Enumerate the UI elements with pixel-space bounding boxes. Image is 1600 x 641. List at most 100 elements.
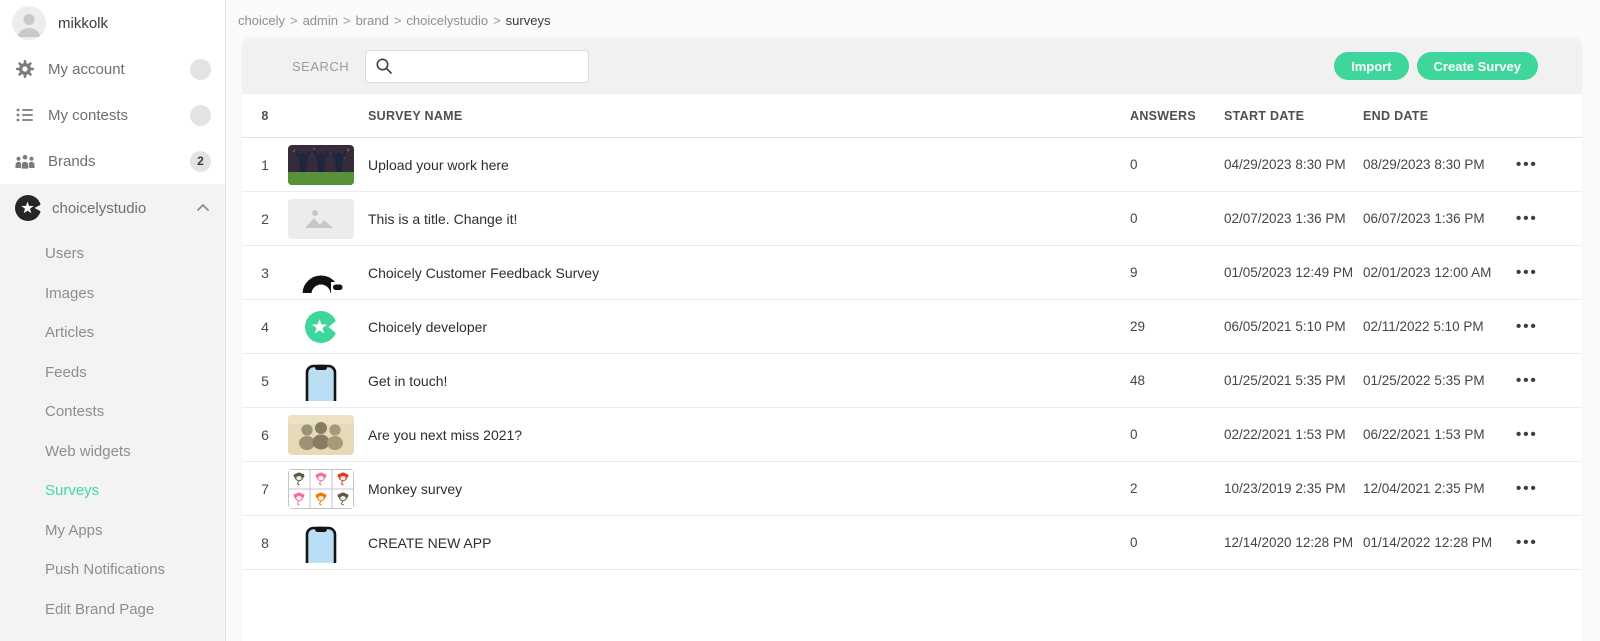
row-menu-button[interactable]: ••• [1516, 319, 1538, 334]
header-start-date: START DATE [1224, 108, 1305, 123]
table-row[interactable]: 6 Are you next miss 2021? 0 02/22/2021 1… [242, 408, 1582, 462]
brand-submenu: Users Images Articles Feeds Contests Web… [0, 232, 225, 629]
choicely-star-icon [14, 194, 42, 222]
table-body: 1 Upload your work here 0 04/29/2023 8:3… [242, 138, 1582, 570]
row-menu-button[interactable]: ••• [1516, 373, 1538, 388]
sidebar-item-brands[interactable]: Brands 2 [0, 138, 225, 184]
search-label: SEARCH [292, 58, 350, 74]
sidebar-subitem-my-apps[interactable]: My Apps [45, 511, 225, 551]
answers-count: 0 [1130, 535, 1138, 550]
end-date: 06/07/2023 1:36 PM [1363, 211, 1485, 226]
sidebar-item-label: Brands [48, 152, 96, 170]
row-menu-button[interactable]: ••• [1516, 211, 1538, 226]
answers-count: 0 [1130, 427, 1138, 442]
breadcrumb-item[interactable]: choicelystudio [406, 13, 488, 28]
table-row[interactable]: 1 Upload your work here 0 04/29/2023 8:3… [242, 138, 1582, 192]
avatar [12, 6, 46, 40]
sidebar-item-my-account[interactable]: My account [0, 46, 225, 92]
answers-count: 0 [1130, 211, 1138, 226]
survey-thumbnail-choicely-logo-black [288, 252, 354, 293]
table-row[interactable]: 7 Monkey survey 2 10/23/2019 2:35 PM 12/… [242, 462, 1582, 516]
survey-name: This is a title. Change it! [368, 210, 518, 227]
sidebar-item-choicelystudio[interactable]: choicelystudio [0, 184, 225, 232]
sidebar-subitem-feeds[interactable]: Feeds [45, 353, 225, 393]
row-menu-button[interactable]: ••• [1516, 427, 1538, 442]
table-row[interactable]: 8 CREATE NEW APP 0 12/14/2020 12:28 PM 0… [242, 516, 1582, 570]
app-root: mikkolk My account My contests Brands 2 [0, 0, 1600, 641]
sidebar-subitem-edit-brand-page[interactable]: Edit Brand Page [45, 590, 225, 630]
survey-name: Get in touch! [368, 372, 448, 389]
gear-icon [14, 59, 36, 79]
breadcrumb-separator: > [393, 13, 402, 28]
user-profile[interactable]: mikkolk [0, 0, 225, 46]
row-menu-button[interactable]: ••• [1516, 481, 1538, 496]
breadcrumb-item[interactable]: choicely [238, 13, 285, 28]
end-date: 02/11/2022 5:10 PM [1363, 319, 1484, 334]
breadcrumb-item[interactable]: admin [303, 13, 338, 28]
survey-name: CREATE NEW APP [368, 534, 492, 551]
sidebar-subitem-web-widgets[interactable]: Web widgets [45, 432, 225, 472]
row-menu-button[interactable]: ••• [1516, 265, 1538, 280]
row-menu-button[interactable]: ••• [1516, 157, 1538, 172]
sidebar-subitem-surveys[interactable]: Surveys [45, 471, 225, 511]
table-row[interactable]: 3 Choicely Customer Feedback Survey 9 01… [242, 246, 1582, 300]
sidebar-subitem-push-notifications[interactable]: Push Notifications [45, 550, 225, 590]
search-icon [375, 57, 393, 75]
count-badge [190, 58, 211, 80]
create-survey-button[interactable]: Create Survey [1416, 52, 1538, 80]
sidebar-subitem-users[interactable]: Users [45, 234, 225, 274]
table-row[interactable]: 5 Get in touch! 48 01/25/2021 5:35 PM 01… [242, 354, 1582, 408]
table-row[interactable]: 4 Choicely developer 29 06/05/2021 5:10 … [242, 300, 1582, 354]
survey-name: Choicely developer [368, 318, 488, 335]
end-date: 06/22/2021 1:53 PM [1363, 427, 1485, 442]
count-badge: 2 [190, 150, 211, 172]
survey-thumbnail-phone-mockup [288, 522, 354, 563]
row-number: 8 [261, 534, 269, 551]
table-count: 8 [261, 108, 269, 123]
search-input[interactable] [399, 50, 589, 82]
main-content: choicely > admin > brand > choicelystudio > surv… [226, 0, 1600, 641]
start-date: 10/23/2019 2:35 PM [1224, 481, 1346, 496]
breadcrumb-item[interactable]: brand [356, 13, 389, 28]
survey-name: Are you next miss 2021? [368, 426, 523, 443]
table-row[interactable]: 2 This is a title. Change it! 0 02/07/20… [242, 192, 1582, 246]
row-number: 1 [261, 156, 269, 173]
row-number: 5 [261, 372, 269, 389]
sidebar-item-label: My account [48, 60, 125, 78]
end-date: 12/04/2021 2:35 PM [1363, 481, 1485, 496]
answers-count: 0 [1130, 157, 1138, 172]
sidebar-subitem-articles[interactable]: Articles [45, 313, 225, 353]
sidebar-subitem-images[interactable]: Images [45, 274, 225, 314]
list-icon [14, 105, 36, 125]
survey-name: Choicely Customer Feedback Survey [368, 264, 600, 281]
start-date: 06/05/2021 5:10 PM [1224, 319, 1346, 334]
chevron-up-icon[interactable] [195, 200, 211, 216]
end-date: 02/01/2023 12:00 AM [1363, 265, 1492, 280]
survey-name: Upload your work here [368, 156, 509, 173]
start-date: 01/25/2021 5:35 PM [1224, 373, 1346, 388]
sidebar-subitem-contests[interactable]: Contests [45, 392, 225, 432]
answers-count: 48 [1130, 373, 1146, 388]
start-date: 12/14/2020 12:28 PM [1224, 535, 1354, 550]
sidebar: mikkolk My account My contests Brands 2 [0, 0, 226, 641]
row-number: 2 [261, 210, 269, 227]
answers-count: 2 [1130, 481, 1138, 496]
survey-thumbnail-football-photo [288, 144, 354, 185]
breadcrumb-item[interactable]: surveys [506, 13, 551, 28]
count-badge [190, 104, 211, 126]
row-menu-button[interactable]: ••• [1516, 535, 1538, 550]
row-number: 6 [261, 426, 269, 443]
brand-label: choicelystudio [52, 199, 147, 217]
start-date: 04/29/2023 8:30 PM [1224, 157, 1346, 172]
import-button[interactable]: Import [1334, 52, 1409, 80]
sidebar-item-my-contests[interactable]: My contests [0, 92, 225, 138]
surveys-card: SEARCH Import Create Survey 8 SURVEY NAM… [242, 38, 1582, 641]
card-toolbar: SEARCH Import Create Survey [242, 38, 1582, 94]
row-number: 4 [261, 318, 269, 335]
header-answers: ANSWERS [1130, 108, 1196, 123]
brand-section: choicelystudio Users Images Articles Fee… [0, 184, 225, 641]
end-date: 08/29/2023 8:30 PM [1363, 157, 1485, 172]
survey-thumbnail-placeholder-image [288, 198, 354, 239]
row-number: 3 [261, 264, 269, 281]
sidebar-item-label: My contests [48, 106, 129, 124]
